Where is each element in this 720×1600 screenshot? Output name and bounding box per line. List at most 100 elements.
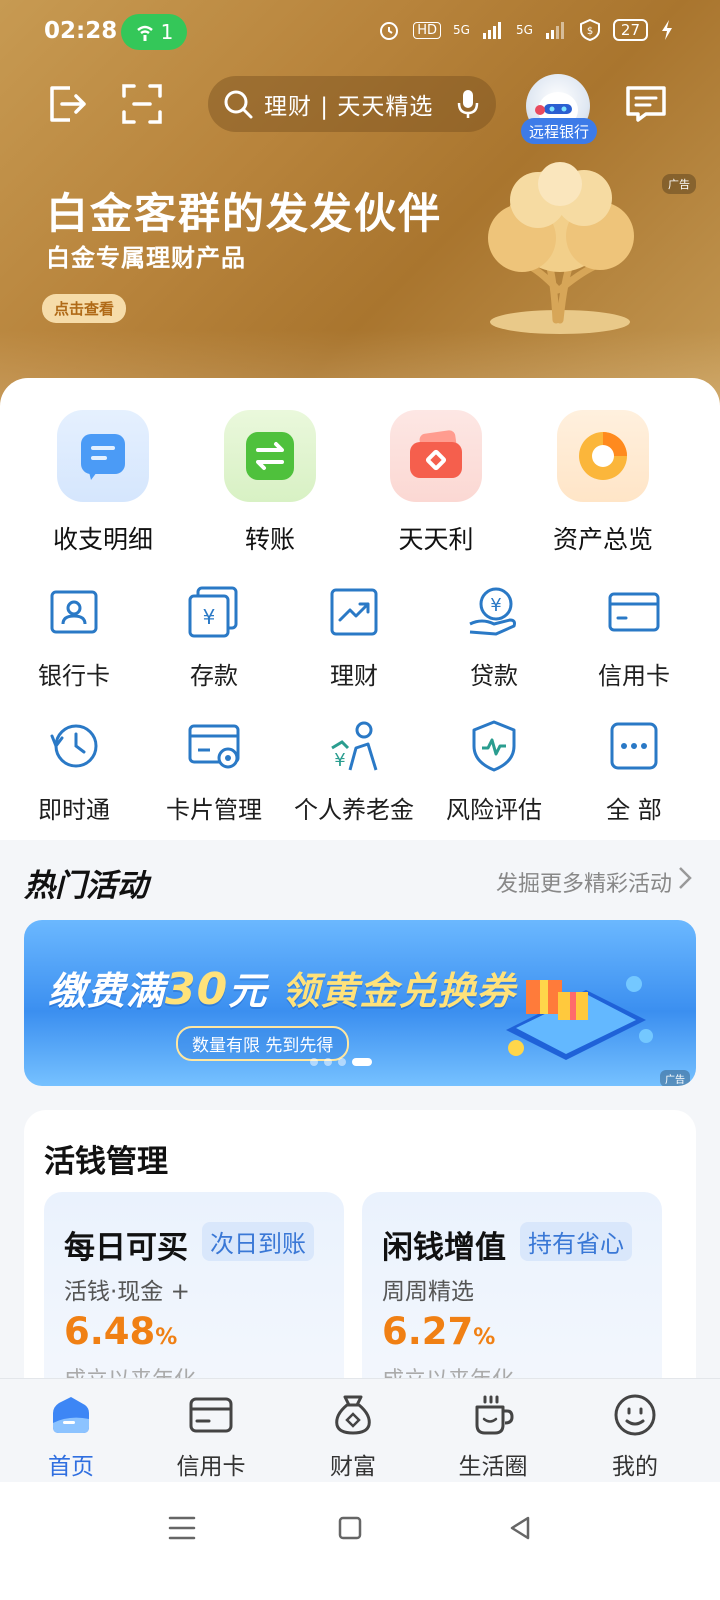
- grid-label: 贷款: [470, 662, 518, 690]
- bank-card-icon: [50, 590, 98, 634]
- grid-deposit[interactable]: ¥ 存款: [142, 584, 286, 691]
- hotspot-badge: 1: [121, 14, 187, 50]
- grid-all[interactable]: 全 部: [562, 718, 706, 825]
- card-settings-icon: [188, 724, 240, 769]
- grid-bank-card[interactable]: 银行卡: [2, 584, 146, 691]
- product-tag: 次日到账: [202, 1222, 314, 1261]
- grid-loan[interactable]: ¥ 贷款: [422, 584, 566, 691]
- promo-title: 缴费满30元 领黄金兑换券: [48, 960, 516, 1015]
- quick-asset-overview[interactable]: 资产总览: [518, 410, 688, 556]
- quick-label: 资产总览: [552, 525, 653, 554]
- battery-indicator: 27: [612, 19, 648, 41]
- hero-subtitle: 白金专属理财产品: [46, 244, 246, 272]
- nav-home[interactable]: 首页: [16, 1393, 126, 1481]
- clock-icon: [50, 724, 98, 768]
- grid-pension[interactable]: ¥ 个人养老金: [282, 718, 426, 825]
- grid-label: 银行卡: [38, 662, 110, 690]
- promo-ad-tag: 广告: [660, 1070, 690, 1086]
- wallet-icon: [390, 410, 482, 502]
- signal-5g-2: 5G: [515, 23, 533, 37]
- hotspot-icon: [136, 25, 153, 41]
- grid-label: 即时通: [38, 796, 110, 824]
- product-rate: 6.48%: [64, 1310, 177, 1353]
- grid-label: 理财: [330, 662, 378, 690]
- grid-instant[interactable]: 即时通: [2, 718, 146, 825]
- hotspot-count: 1: [160, 20, 174, 44]
- nav-life-circle[interactable]: 生活圈: [438, 1393, 548, 1481]
- message-icon[interactable]: [622, 80, 670, 128]
- product-title: 每日可买: [64, 1230, 188, 1266]
- grid-label: 卡片管理: [166, 796, 262, 824]
- hero-ad-tag: 广告: [662, 174, 696, 194]
- cup-icon: [475, 1395, 514, 1435]
- quick-label: 收支明细: [52, 525, 153, 554]
- top-toolbar: 理财 | 天天精选 远程银行: [0, 72, 720, 144]
- alarm-icon: [380, 22, 399, 40]
- product-subtitle: 活钱·现金 +: [64, 1279, 190, 1305]
- quick-statement[interactable]: 收支明细: [18, 410, 188, 556]
- scan-icon[interactable]: [118, 80, 166, 128]
- carousel-dots: [310, 1058, 372, 1066]
- profile-icon: [614, 1394, 656, 1436]
- hd-indicator: HD: [413, 21, 442, 39]
- rate-unit: %: [155, 1325, 178, 1350]
- home-icon: [53, 1397, 89, 1433]
- carousel-dot: [310, 1058, 318, 1066]
- nav-credit-card[interactable]: 信用卡: [156, 1393, 266, 1481]
- search-bar[interactable]: 理财 | 天天精选: [208, 76, 496, 132]
- grid-card-management[interactable]: 卡片管理: [142, 718, 286, 825]
- pension-icon: ¥: [331, 721, 378, 771]
- quick-label: 天天利: [398, 525, 474, 554]
- product-subtitle: 周周精选: [382, 1279, 474, 1305]
- home-square-icon[interactable]: [330, 1508, 370, 1548]
- grid-label: 信用卡: [598, 662, 670, 690]
- svg-text:$: $: [587, 26, 593, 37]
- gift-phone-illustration: [506, 976, 653, 1060]
- product-rate: 6.27%: [382, 1310, 495, 1353]
- signal-5g-1: 5G: [453, 23, 470, 37]
- nav-profile[interactable]: 我的: [580, 1393, 690, 1481]
- grid-finance[interactable]: 理财: [282, 584, 426, 691]
- product-tag: 持有省心: [520, 1222, 632, 1261]
- statement-icon: [57, 410, 149, 502]
- promo-title-c: 领黄金兑换券: [281, 969, 516, 1013]
- status-bar: 02:28 1 HD 5G 5G $ 27: [0, 0, 720, 64]
- grid-credit-card[interactable]: 信用卡: [562, 584, 706, 691]
- quick-actions: 收支明细 转账 天天利 资产总览: [0, 410, 720, 560]
- activities-title: 热门活动: [24, 868, 148, 904]
- quick-label: 转账: [244, 525, 295, 554]
- hero-banner[interactable]: 02:28 1 HD 5G 5G $ 27 理财 | 天天精选 远程银行 广告 …: [0, 0, 720, 420]
- carousel-dot: [338, 1058, 346, 1066]
- hero-title: 白金客群的发发伙伴: [46, 189, 443, 238]
- quick-tiantianli[interactable]: 天天利: [351, 410, 521, 556]
- carousel-dot: [324, 1058, 332, 1066]
- menu-icon[interactable]: [162, 1508, 202, 1548]
- credit-card-icon: [608, 592, 660, 632]
- microphone-icon[interactable]: [456, 88, 480, 120]
- promo-title-num: 30: [165, 964, 229, 1015]
- service-grid-row-1: 银行卡 ¥ 存款 理财 ¥ 贷款 信用卡: [0, 584, 720, 704]
- bottom-navigation: 首页 信用卡 财富 生活圈 我的: [0, 1378, 720, 1482]
- grid-label: 全 部: [606, 796, 662, 824]
- grid-label: 风险评估: [446, 796, 542, 824]
- status-time: 02:28: [44, 18, 118, 44]
- grid-risk-assessment[interactable]: 风险评估: [422, 718, 566, 825]
- shield-icon: [472, 720, 516, 772]
- quick-transfer[interactable]: 转账: [185, 410, 355, 556]
- grid-label: 个人养老金: [294, 796, 414, 824]
- finance-icon: [330, 588, 378, 636]
- nav-label: 信用卡: [176, 1454, 246, 1480]
- logout-icon[interactable]: [42, 80, 90, 128]
- shield-dollar-icon: $: [579, 18, 600, 42]
- chevron-right-icon[interactable]: [674, 864, 694, 892]
- wealth-bag-icon: [335, 1395, 371, 1435]
- nav-wealth[interactable]: 财富: [298, 1393, 408, 1481]
- hero-cta-button[interactable]: 点击查看: [42, 294, 127, 323]
- activities-more-link[interactable]: 发掘更多精彩活动: [496, 866, 672, 898]
- deposit-icon: ¥: [188, 586, 238, 638]
- service-grid-row-2: 即时通 卡片管理 ¥ 个人养老金 风险评估 全 部: [0, 718, 720, 838]
- back-icon[interactable]: [500, 1508, 540, 1548]
- promo-banner[interactable]: 缴费满30元 领黄金兑换券 数量有限 先到先得 广告: [24, 920, 696, 1086]
- signal-icon: [482, 22, 501, 39]
- nav-label: 首页: [48, 1454, 94, 1480]
